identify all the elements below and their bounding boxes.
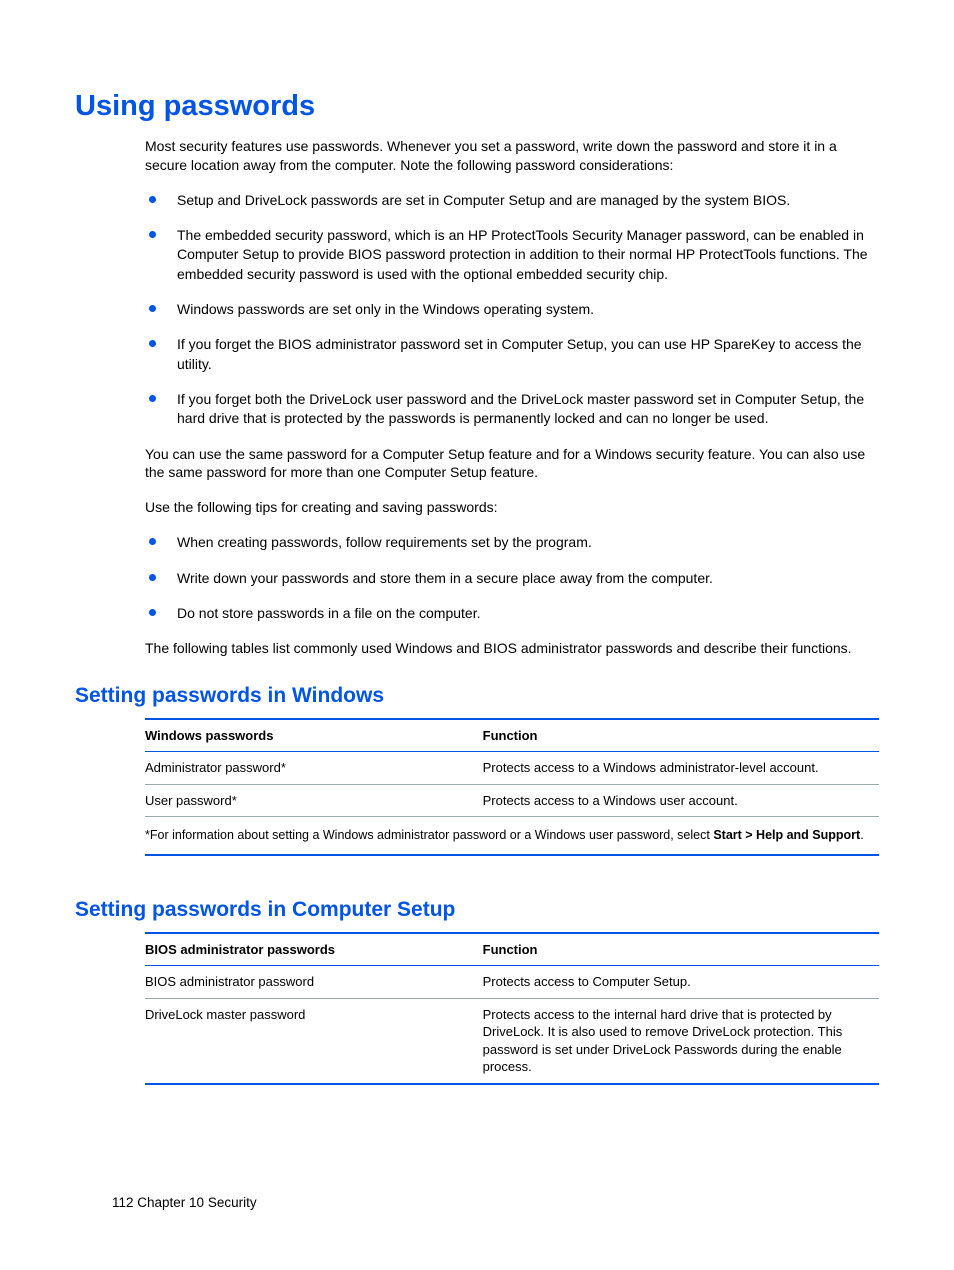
- table-header: Function: [483, 719, 879, 752]
- table-footnote-row: *For information about setting a Windows…: [145, 817, 879, 855]
- table-header: Windows passwords: [145, 719, 483, 752]
- list-item: Windows passwords are set only in the Wi…: [145, 300, 879, 319]
- table-header: Function: [483, 933, 879, 966]
- table-cell: User password*: [145, 784, 483, 817]
- body-paragraph: Use the following tips for creating and …: [145, 498, 879, 517]
- table-cell: Protects access to a Windows administrat…: [483, 752, 879, 785]
- list-item: If you forget both the DriveLock user pa…: [145, 390, 879, 429]
- table-row: BIOS administrator password Protects acc…: [145, 966, 879, 999]
- table-row: Administrator password* Protects access …: [145, 752, 879, 785]
- table-footnote: *For information about setting a Windows…: [145, 817, 879, 855]
- table-cell: DriveLock master password: [145, 998, 483, 1084]
- table-cell: Protects access to a Windows user accoun…: [483, 784, 879, 817]
- page-footer: 112 Chapter 10 Security: [112, 1195, 257, 1210]
- table-row: DriveLock master password Protects acces…: [145, 998, 879, 1084]
- list-item: When creating passwords, follow requirem…: [145, 533, 879, 552]
- tips-list: When creating passwords, follow requirem…: [145, 533, 879, 623]
- considerations-list: Setup and DriveLock passwords are set in…: [145, 191, 879, 429]
- table-cell: Protects access to Computer Setup.: [483, 966, 879, 999]
- windows-passwords-table: Windows passwords Function Administrator…: [145, 718, 879, 856]
- table-row: User password* Protects access to a Wind…: [145, 784, 879, 817]
- list-item: Setup and DriveLock passwords are set in…: [145, 191, 879, 210]
- footnote-text: .: [860, 828, 863, 842]
- footnote-text: *For information about setting a Windows…: [145, 828, 713, 842]
- table-header: BIOS administrator passwords: [145, 933, 483, 966]
- section-heading-computer-setup: Setting passwords in Computer Setup: [75, 898, 879, 922]
- list-item: Write down your passwords and store them…: [145, 569, 879, 588]
- bios-passwords-table: BIOS administrator passwords Function BI…: [145, 932, 879, 1085]
- body-paragraph: The following tables list commonly used …: [145, 639, 879, 658]
- table-cell: BIOS administrator password: [145, 966, 483, 999]
- footnote-bold: Start > Help and Support: [713, 828, 860, 842]
- table-cell: Administrator password*: [145, 752, 483, 785]
- page-heading: Using passwords: [75, 90, 879, 123]
- list-item: If you forget the BIOS administrator pas…: [145, 335, 879, 374]
- table-cell: Protects access to the internal hard dri…: [483, 998, 879, 1084]
- list-item: Do not store passwords in a file on the …: [145, 604, 879, 623]
- intro-paragraph: Most security features use passwords. Wh…: [145, 137, 879, 175]
- section-heading-windows: Setting passwords in Windows: [75, 684, 879, 708]
- list-item: The embedded security password, which is…: [145, 226, 879, 284]
- body-paragraph: You can use the same password for a Comp…: [145, 445, 879, 483]
